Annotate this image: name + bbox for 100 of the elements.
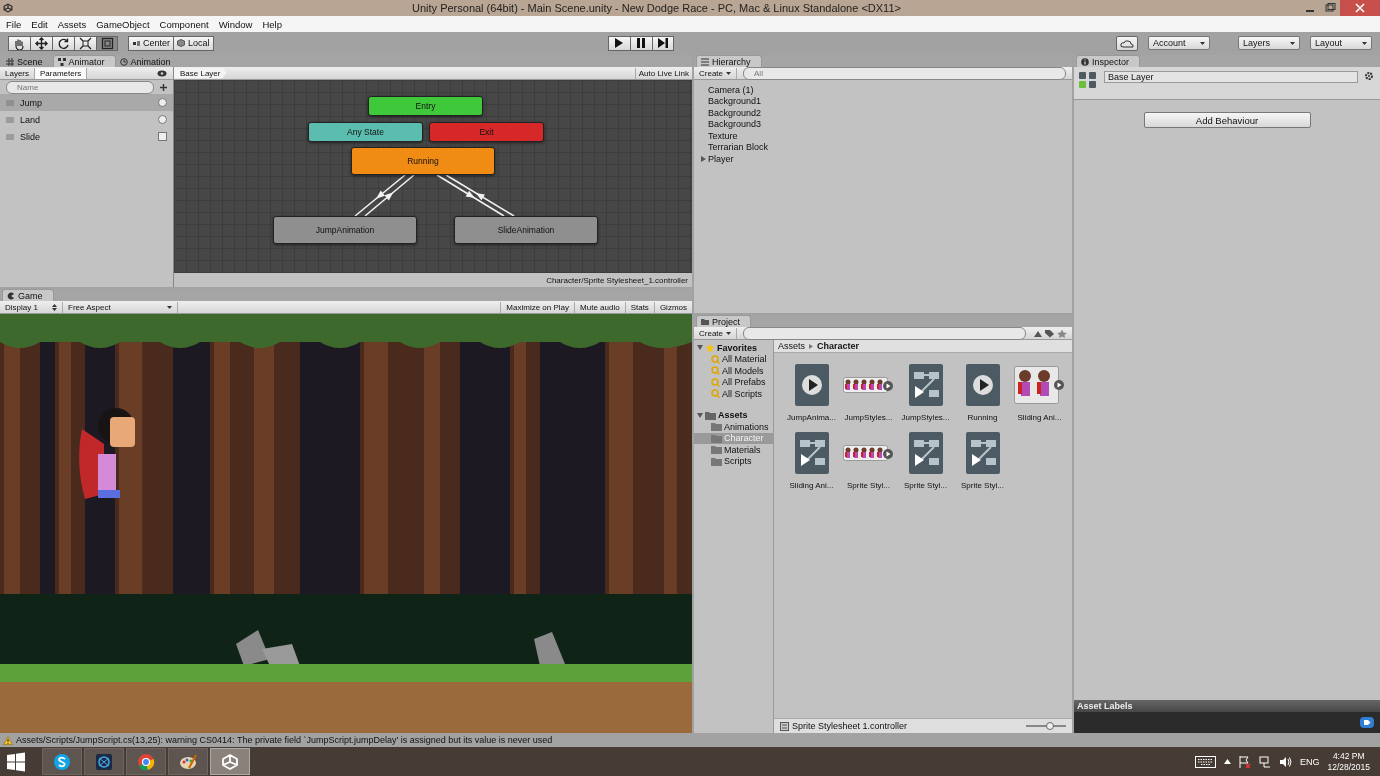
taskbar-app[interactable] <box>42 748 82 775</box>
taskbar-app[interactable] <box>210 748 250 775</box>
folder-item[interactable]: Scripts <box>694 455 773 467</box>
panel-tab[interactable]: Project <box>696 315 751 327</box>
menu-item[interactable]: Component <box>154 18 214 30</box>
toolbar-dropdown[interactable]: Layout <box>1310 36 1372 50</box>
menu-item[interactable]: GameObject <box>91 18 155 30</box>
menu-item[interactable]: Assets <box>52 18 92 30</box>
create-dropdown[interactable]: Create <box>694 67 737 79</box>
asset-name[interactable]: Running <box>967 413 998 422</box>
asset-name[interactable]: JumpAnima... <box>787 413 836 422</box>
hierarchy-item[interactable]: Camera (1) <box>701 84 1072 96</box>
star-icon[interactable] <box>1056 328 1068 338</box>
sub-tab[interactable]: Parameters <box>35 67 88 79</box>
display-dropdown[interactable]: Display 1 <box>0 301 63 313</box>
game-toggle-button[interactable]: Maximize on Play <box>500 301 575 313</box>
menu-item[interactable]: File <box>1 18 27 30</box>
add-behaviour-button[interactable]: Add Behaviour <box>1143 112 1311 128</box>
search-field[interactable]: Name <box>6 80 154 94</box>
favorites-item[interactable]: All Material <box>694 353 773 365</box>
transition-arrow[interactable] <box>354 174 406 217</box>
tool-button[interactable] <box>30 35 52 51</box>
pivot-button[interactable]: Local <box>173 35 214 51</box>
asset-name[interactable]: Sliding Ani... <box>789 481 834 490</box>
state-node[interactable]: SlideAnimation <box>454 216 598 244</box>
favorites-header[interactable]: Favorites <box>694 342 773 354</box>
playback-button[interactable] <box>607 35 630 51</box>
panel-tab[interactable]: Animation <box>115 56 181 67</box>
toolbar-dropdown[interactable]: Account <box>1148 36 1210 50</box>
hierarchy-item[interactable]: Background2 <box>701 107 1072 119</box>
close-icon[interactable] <box>1340 0 1380 16</box>
taskbar-app[interactable] <box>84 748 124 775</box>
breadcrumb[interactable]: Assets <box>778 341 805 351</box>
taskbar-app[interactable] <box>168 748 208 775</box>
folder-item[interactable]: Animations <box>694 421 773 433</box>
state-node[interactable]: Running <box>351 147 495 175</box>
tool-button[interactable] <box>74 35 96 51</box>
tool-button[interactable] <box>96 35 118 51</box>
create-dropdown[interactable]: Create <box>694 327 737 339</box>
hierarchy-item[interactable]: Background3 <box>701 118 1072 130</box>
language-indicator[interactable]: ENG <box>1299 756 1320 767</box>
asset-name[interactable]: JumpStyles... <box>844 413 893 422</box>
hierarchy-item[interactable]: Background1 <box>701 95 1072 107</box>
playback-button[interactable] <box>629 35 652 51</box>
layer-name-field[interactable]: Base Layer <box>1104 71 1358 83</box>
asset-name[interactable]: Sprite Styl... <box>846 481 891 490</box>
clock-date[interactable]: 12/28/2015 <box>1327 761 1370 773</box>
game-toggle-button[interactable]: Stats <box>624 301 654 313</box>
game-toggle-button[interactable]: Gizmos <box>653 301 692 313</box>
menu-item[interactable]: Window <box>213 18 258 30</box>
speaker-icon[interactable] <box>1278 755 1292 768</box>
taskbar-app[interactable] <box>126 748 166 775</box>
tag-icon[interactable] <box>1360 717 1374 728</box>
bool-checkbox[interactable] <box>158 132 167 141</box>
network-icon[interactable] <box>1258 755 1271 768</box>
plus-icon[interactable] <box>160 83 167 91</box>
hierarchy-item[interactable]: Texture <box>701 130 1072 142</box>
panel-tab[interactable]: Hierarchy <box>696 55 762 67</box>
panel-tab[interactable]: Scene <box>2 56 53 67</box>
pivot-button[interactable]: Center <box>128 35 173 51</box>
assets-header[interactable]: Assets <box>694 409 773 421</box>
transition-arrow[interactable] <box>436 174 505 217</box>
clock-time[interactable]: 4:42 PM <box>1332 750 1365 762</box>
aspect-dropdown[interactable]: Free Aspect <box>63 301 178 313</box>
parameter-row[interactable]: Jump <box>0 94 173 111</box>
eye-icon[interactable] <box>157 69 167 77</box>
expand-arrow-icon[interactable] <box>701 155 706 162</box>
panel-tab[interactable]: Animator <box>52 55 116 67</box>
menu-item[interactable]: Edit <box>26 18 53 30</box>
state-node[interactable]: Exit <box>429 122 544 142</box>
caret-up-icon[interactable] <box>1223 759 1231 764</box>
state-node[interactable]: Any State <box>308 122 423 142</box>
asset-name[interactable]: Sprite Styl... <box>960 481 1005 490</box>
parameter-row[interactable]: Land <box>0 111 173 128</box>
transition-arrow[interactable] <box>445 174 515 217</box>
parameter-row[interactable]: Slide <box>0 128 173 145</box>
windows-start-icon[interactable] <box>6 751 26 772</box>
favorites-item[interactable]: All Prefabs <box>694 376 773 388</box>
keyboard-icon[interactable] <box>1194 755 1216 768</box>
favorites-item[interactable]: All Models <box>694 365 773 377</box>
toolbar-dropdown[interactable]: Layers <box>1238 36 1300 50</box>
menu-item[interactable]: Help <box>257 18 287 30</box>
console-message[interactable]: Assets/Scripts/JumpScript.cs(13,25): warning CS0414: The private field `JumpScript.jumpDelay' is assigned but its value is never used <box>16 735 553 745</box>
asset-name[interactable]: Sliding Ani... <box>1017 413 1062 422</box>
auto-live-link-button[interactable]: Auto Live Link <box>634 67 692 79</box>
tool-button[interactable] <box>52 35 74 51</box>
asset-name[interactable]: Sprite Styl... <box>903 481 948 490</box>
folder-item[interactable]: Materials <box>694 444 773 456</box>
breadcrumb[interactable]: Character <box>817 341 860 351</box>
playback-button[interactable] <box>651 35 674 51</box>
panel-tab[interactable]: Inspector <box>1076 55 1141 67</box>
asset-name[interactable]: JumpStyles... <box>901 413 950 422</box>
settings-icon[interactable] <box>1364 71 1376 81</box>
transition-arrow[interactable] <box>364 174 415 217</box>
game-toggle-button[interactable]: Mute audio <box>574 301 625 313</box>
state-node[interactable]: JumpAnimation <box>273 216 417 244</box>
hierarchy-item[interactable]: Player <box>701 153 1072 165</box>
cloud-button[interactable] <box>1116 35 1138 51</box>
state-node[interactable]: Entry <box>368 96 483 116</box>
favorites-item[interactable]: All Scripts <box>694 388 773 400</box>
